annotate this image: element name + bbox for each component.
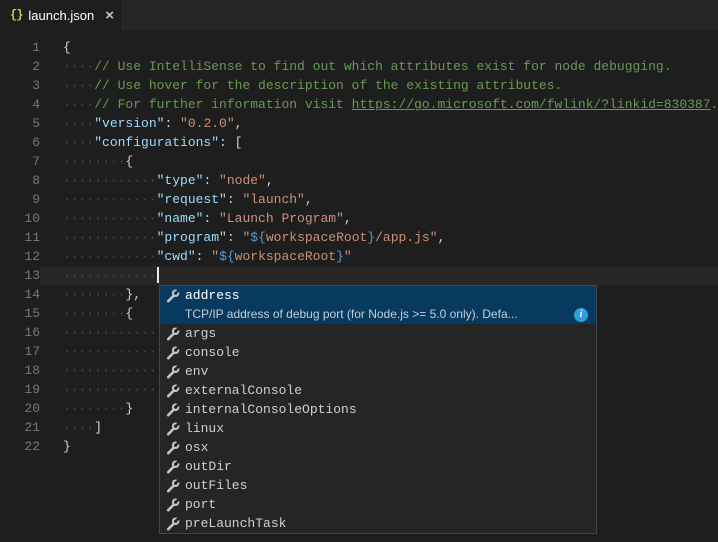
suggest-item-label: args — [185, 324, 216, 343]
code-line[interactable]: 10············"name": "Launch Program", — [0, 209, 718, 228]
suggest-item-label: osx — [185, 438, 208, 457]
suggest-item-outFiles[interactable]: outFiles — [160, 476, 596, 495]
property-wrench-icon — [165, 326, 181, 342]
suggest-item-osx[interactable]: osx — [160, 438, 596, 457]
code-line[interactable]: 2····// Use IntelliSense to find out whi… — [0, 57, 718, 76]
line-number: 10 — [0, 209, 40, 228]
line-number: 20 — [0, 399, 40, 418]
property-wrench-icon — [165, 421, 181, 437]
property-wrench-icon — [165, 440, 181, 456]
suggest-item-address[interactable]: address — [160, 286, 596, 305]
suggest-item-label: env — [185, 362, 208, 381]
line-number: 7 — [0, 152, 40, 171]
property-wrench-icon — [165, 345, 181, 361]
suggest-item-label: port — [185, 495, 216, 514]
line-number: 5 — [0, 114, 40, 133]
code-line[interactable]: 1{ — [0, 38, 718, 57]
suggest-item-label: linux — [185, 419, 224, 438]
code-text: ····// For further information visit htt… — [40, 95, 718, 114]
suggest-item-externalConsole[interactable]: externalConsole — [160, 381, 596, 400]
property-wrench-icon — [165, 402, 181, 418]
line-number: 17 — [0, 342, 40, 361]
code-text: ········{ — [40, 152, 718, 171]
line-number: 13 — [0, 266, 40, 285]
suggest-item-label: preLaunchTask — [185, 514, 286, 533]
line-number: 4 — [0, 95, 40, 114]
suggest-selected-block[interactable]: addressTCP/IP address of debug port (for… — [160, 286, 596, 324]
description-text: TCP/IP address of debug port (for Node.j… — [185, 305, 566, 324]
property-wrench-icon — [165, 288, 181, 304]
property-wrench-icon — [165, 459, 181, 475]
suggest-item-console[interactable]: console — [160, 343, 596, 362]
suggest-item-outDir[interactable]: outDir — [160, 457, 596, 476]
line-number: 18 — [0, 361, 40, 380]
code-text: ············"request": "launch", — [40, 190, 718, 209]
suggest-item-env[interactable]: env — [160, 362, 596, 381]
suggest-item-internalConsoleOptions[interactable]: internalConsoleOptions — [160, 400, 596, 419]
code-line[interactable]: 3····// Use hover for the description of… — [0, 76, 718, 95]
code-text: ····// Use IntelliSense to find out whic… — [40, 57, 718, 76]
suggest-item-description: TCP/IP address of debug port (for Node.j… — [160, 305, 596, 324]
line-number: 2 — [0, 57, 40, 76]
suggest-item-label: internalConsoleOptions — [185, 400, 357, 419]
property-wrench-icon — [165, 364, 181, 380]
code-line[interactable]: 7········{ — [0, 152, 718, 171]
line-number: 19 — [0, 380, 40, 399]
suggest-item-linux[interactable]: linux — [160, 419, 596, 438]
json-file-icon: {} — [10, 8, 22, 22]
code-line[interactable]: 6····"configurations": [ — [0, 133, 718, 152]
tab-bar: {} launch.json × — [0, 0, 718, 30]
suggest-item-args[interactable]: args — [160, 324, 596, 343]
line-number: 16 — [0, 323, 40, 342]
suggest-item-label: address — [185, 286, 240, 305]
line-number: 1 — [0, 38, 40, 57]
line-number: 14 — [0, 285, 40, 304]
info-icon[interactable]: i — [574, 308, 588, 322]
code-text: { — [40, 38, 718, 57]
text-cursor — [157, 267, 159, 283]
code-line[interactable]: 12············"cwd": "${workspaceRoot}" — [0, 247, 718, 266]
tab-title: launch.json — [28, 8, 99, 23]
line-number: 11 — [0, 228, 40, 247]
suggest-item-label: console — [185, 343, 240, 362]
code-line[interactable]: 13············ — [0, 266, 718, 285]
property-wrench-icon — [165, 383, 181, 399]
code-text: ····// Use hover for the description of … — [40, 76, 718, 95]
suggest-widget[interactable]: addressTCP/IP address of debug port (for… — [159, 285, 597, 534]
code-line[interactable]: 9············"request": "launch", — [0, 190, 718, 209]
code-line[interactable]: 11············"program": "${workspaceRoo… — [0, 228, 718, 247]
code-text: ····"version": "0.2.0", — [40, 114, 718, 133]
property-wrench-icon — [165, 478, 181, 494]
line-number: 8 — [0, 171, 40, 190]
code-line[interactable]: 8············"type": "node", — [0, 171, 718, 190]
code-text: ············"name": "Launch Program", — [40, 209, 718, 228]
close-icon[interactable]: × — [105, 8, 114, 23]
code-line[interactable]: 4····// For further information visit ht… — [0, 95, 718, 114]
line-number: 9 — [0, 190, 40, 209]
code-text: ············"cwd": "${workspaceRoot}" — [40, 247, 718, 266]
suggest-item-port[interactable]: port — [160, 495, 596, 514]
property-wrench-icon — [165, 497, 181, 513]
suggest-item-label: externalConsole — [185, 381, 302, 400]
line-number: 3 — [0, 76, 40, 95]
suggest-item-label: outFiles — [185, 476, 247, 495]
code-line[interactable]: 5····"version": "0.2.0", — [0, 114, 718, 133]
line-number: 21 — [0, 418, 40, 437]
line-number: 6 — [0, 133, 40, 152]
code-text: ············"program": "${workspaceRoot}… — [40, 228, 718, 247]
tab-launch-json[interactable]: {} launch.json × — [0, 0, 123, 30]
code-text: ····"configurations": [ — [40, 133, 718, 152]
code-text: ············ — [40, 266, 718, 285]
property-wrench-icon — [165, 516, 181, 532]
suggest-item-label: outDir — [185, 457, 232, 476]
suggest-item-preLaunchTask[interactable]: preLaunchTask — [160, 514, 596, 533]
line-number: 15 — [0, 304, 40, 323]
line-number: 22 — [0, 437, 40, 456]
line-number: 12 — [0, 247, 40, 266]
code-text: ············"type": "node", — [40, 171, 718, 190]
